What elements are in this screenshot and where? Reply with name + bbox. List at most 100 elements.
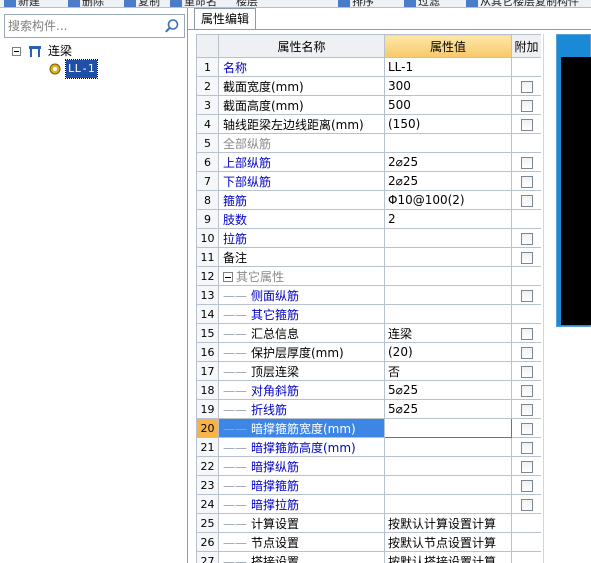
row-number[interactable]: 12 [196,266,219,286]
attach-checkbox[interactable] [520,157,533,169]
property-row[interactable]: 10 拉筋 [196,228,541,248]
row-number[interactable]: 24 [196,494,219,514]
row-number[interactable]: 27 [196,551,219,563]
attach-checkbox[interactable] [520,176,533,188]
floor-selector[interactable]: 楼层 [236,0,258,7]
property-row[interactable]: 18 —— 对角斜筋 5⌀25 [196,380,541,400]
delete-button[interactable]: 删除 [68,0,104,7]
property-value-cell[interactable]: 否 [384,361,512,381]
preview-canvas[interactable] [561,57,591,325]
property-row[interactable]: 8 箍筋 Φ10@100(2) [196,190,541,210]
property-value-cell[interactable] [384,437,512,457]
property-row[interactable]: 6 上部纵筋 2⌀25 [196,152,541,172]
property-row[interactable]: 22 —— 暗撑纵筋 [196,456,541,476]
property-name-cell[interactable]: 肢数 [218,209,385,229]
sort-button[interactable]: 排序 [338,0,374,7]
property-name-cell[interactable]: 名称 [218,57,385,77]
row-number[interactable]: 4 [196,114,219,134]
property-row[interactable]: 1 名称 LL-1 [196,57,541,77]
attach-checkbox[interactable] [520,385,533,397]
property-name-cell[interactable]: —— 保护层厚度(mm) [218,342,385,362]
property-row[interactable]: 14 —— 其它箍筋 [196,304,541,324]
property-value-cell[interactable]: 300 [384,76,512,96]
property-value-cell[interactable]: 500 [384,95,512,115]
attach-checkbox[interactable] [520,461,533,473]
row-number[interactable]: 6 [196,152,219,172]
property-row[interactable]: 15 —— 汇总信息 连梁 [196,323,541,343]
property-row[interactable]: 4 轴线距梁左边线距离(mm) (150) [196,114,541,134]
row-number[interactable]: 10 [196,228,219,248]
row-number[interactable]: 3 [196,95,219,115]
property-row[interactable]: 13 —— 侧面纵筋 [196,285,541,305]
row-number[interactable]: 2 [196,76,219,96]
tree-node-ll-1[interactable]: LL-1 [6,59,176,79]
property-name-cell[interactable]: 箍筋 [218,190,385,210]
row-number[interactable]: 25 [196,513,219,533]
property-row[interactable]: 27 —— 搭接设置 按默认搭接设置计算 [196,551,541,563]
property-row[interactable]: 20 —— 暗撑箍筋宽度(mm) [196,418,541,438]
property-name-cell[interactable]: —— 搭接设置 [218,551,385,563]
tree-node-lianliang[interactable]: 连梁 [6,42,176,60]
property-value-cell[interactable] [384,266,512,286]
attach-checkbox[interactable] [520,442,533,454]
property-row[interactable]: 7 下部纵筋 2⌀25 [196,171,541,191]
property-value-cell[interactable] [384,133,512,153]
row-number[interactable]: 22 [196,456,219,476]
row-number[interactable]: 26 [196,532,219,552]
property-value-cell[interactable] [384,285,512,305]
row-number[interactable]: 14 [196,304,219,324]
attach-checkbox[interactable] [520,290,533,302]
property-name-header[interactable]: 属性名称 [218,34,385,58]
attach-checkbox[interactable] [520,119,533,131]
property-name-cell[interactable]: —— 暗撑箍筋 [218,475,385,495]
property-value-cell[interactable]: 连梁 [384,323,512,343]
row-number[interactable]: 13 [196,285,219,305]
property-name-cell[interactable]: —— 对角斜筋 [218,380,385,400]
attach-checkbox[interactable] [520,195,533,207]
property-name-cell[interactable]: 其它属性 [218,266,385,286]
property-name-cell[interactable]: —— 暗撑拉筋 [218,494,385,514]
row-number[interactable]: 9 [196,209,219,229]
attach-checkbox[interactable] [520,366,533,378]
row-number[interactable]: 11 [196,247,219,267]
row-number[interactable]: 17 [196,361,219,381]
property-row[interactable]: 9 肢数 2 [196,209,541,229]
property-name-cell[interactable]: —— 暗撑纵筋 [218,456,385,476]
property-name-cell[interactable]: —— 折线筋 [218,399,385,419]
property-name-cell[interactable]: —— 暗撑箍筋高度(mm) [218,437,385,457]
attach-checkbox[interactable] [520,252,533,264]
row-number[interactable]: 20 [196,418,219,438]
row-number[interactable]: 21 [196,437,219,457]
property-name-cell[interactable]: 全部纵筋 [218,133,385,153]
splitter[interactable] [543,34,544,563]
property-name-cell[interactable]: 下部纵筋 [218,171,385,191]
property-value-cell[interactable] [384,418,512,438]
row-number[interactable]: 16 [196,342,219,362]
property-name-cell[interactable]: —— 其它箍筋 [218,304,385,324]
property-value-cell[interactable] [384,247,512,267]
attach-checkbox[interactable] [520,404,533,416]
row-number[interactable]: 18 [196,380,219,400]
property-value-cell[interactable]: 5⌀25 [384,399,512,419]
property-value-cell[interactable]: 按默认计算设置计算 [384,513,512,533]
property-name-cell[interactable]: —— 计算设置 [218,513,385,533]
property-value-cell[interactable]: 2 [384,209,512,229]
property-value-cell[interactable]: (20) [384,342,512,362]
filter-button[interactable]: 过滤 [404,0,440,7]
property-name-cell[interactable]: 备注 [218,247,385,267]
property-value-cell[interactable]: Φ10@100(2) [384,190,512,210]
property-row[interactable]: 25 —— 计算设置 按默认计算设置计算 [196,513,541,533]
attach-checkbox[interactable] [520,423,533,435]
copy-from-floor-button[interactable]: 从其它楼层复制构件 [466,0,579,7]
group-collapse-toggle[interactable] [223,272,233,282]
property-name-cell[interactable]: —— 暗撑箍筋宽度(mm) [218,418,385,438]
property-row[interactable]: 12 其它属性 [196,266,541,286]
new-button[interactable]: 新建 [4,0,40,7]
property-value-cell[interactable]: 2⌀25 [384,152,512,172]
tab-property-editor[interactable]: 属性编辑 [194,8,256,30]
property-row[interactable]: 19 —— 折线筋 5⌀25 [196,399,541,419]
property-row[interactable]: 2 截面宽度(mm) 300 [196,76,541,96]
rename-button[interactable]: 重命名 [170,0,217,7]
attach-checkbox[interactable] [520,100,533,112]
property-name-cell[interactable]: 截面宽度(mm) [218,76,385,96]
